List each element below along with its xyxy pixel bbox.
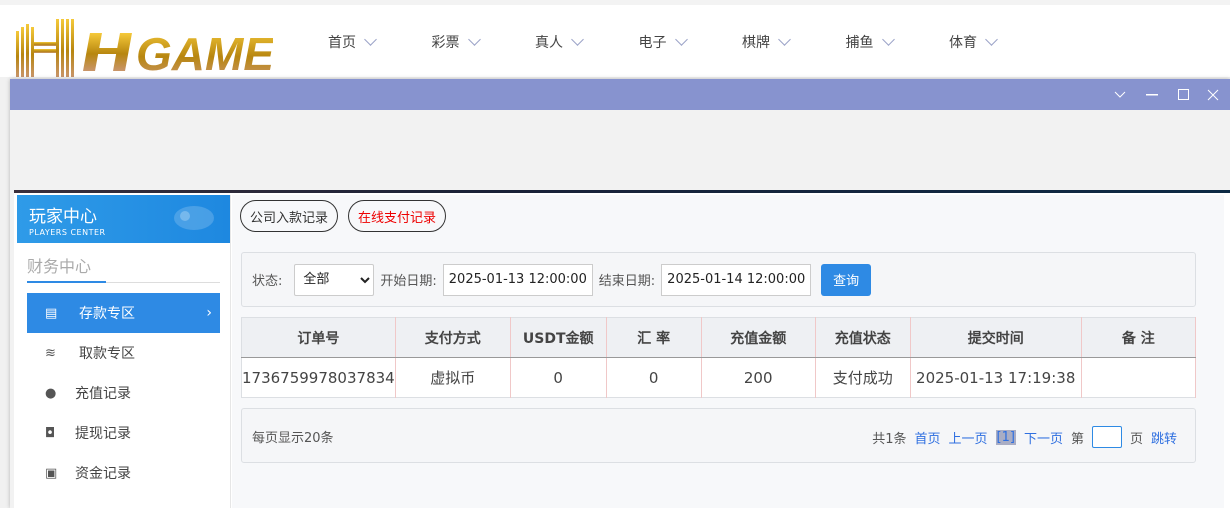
tab-online-payment[interactable]: 在线支付记录 — [348, 200, 447, 232]
current-page: [1] — [995, 429, 1016, 445]
minimize-icon — [1146, 93, 1158, 95]
status-label: 状态: — [252, 274, 283, 289]
sidebar-header: 玩家中心 PLAYERS CENTER — [17, 195, 230, 243]
sidebar-item-withdraw[interactable]: ≋ 取款专区 — [27, 333, 220, 373]
pagination-panel: 每页显示20条 共1条 首页 上一页 [1] 下一页 第 页 跳转 — [241, 408, 1196, 463]
sidebar-item-recharge-records[interactable]: ● 充值记录 — [27, 373, 220, 413]
sidebar-item-fund-records[interactable]: ▣ 资金记录 — [27, 453, 220, 493]
sidebar-item-label: 资金记录 — [75, 466, 131, 482]
nav-item-slots[interactable]: 电子 — [639, 32, 743, 52]
column-header: 充值金额 — [701, 317, 816, 358]
chevron-down-icon — [364, 33, 377, 46]
collapse-button[interactable] — [1105, 79, 1135, 110]
svg-text:GAME: GAME — [136, 28, 273, 79]
nav-label: 捕鱼 — [845, 35, 874, 51]
chevron-down-icon — [881, 33, 895, 46]
close-button[interactable] — [1198, 79, 1228, 110]
filter-panel: 状态: 全部 开始日期: 结束日期: 查询 — [241, 252, 1196, 307]
chevron-right-icon: › — [206, 305, 212, 321]
order-number: 1736759978037834 — [241, 357, 396, 398]
table-header-row: 订单号 支付方式 USDT金额 汇 率 充值金额 充值状态 提交时间 备 注 — [241, 317, 1197, 358]
dialog-titlebar[interactable] — [10, 79, 1230, 110]
column-header: USDT金额 — [510, 317, 607, 358]
main-nav: 首页 彩票 真人 电子 棋牌 捕鱼 体育 — [328, 32, 1053, 52]
chevron-down-icon — [985, 33, 998, 46]
sidebar-item-deposit[interactable]: ▤ 存款专区 › — [27, 293, 220, 333]
sidebar-item-withdraw-records[interactable]: ◘ 提现记录 — [27, 413, 220, 453]
next-page-link[interactable]: 下一页 — [1024, 428, 1063, 447]
column-header: 提交时间 — [910, 317, 1082, 358]
chevron-down-icon — [1114, 91, 1126, 98]
status-select[interactable]: 全部 — [294, 263, 375, 296]
remark — [1081, 357, 1197, 398]
sidebar-item-label: 取款专区 — [79, 346, 135, 362]
nav-item-sports[interactable]: 体育 — [949, 32, 1053, 52]
minimize-button[interactable] — [1137, 79, 1167, 110]
record-tabs: 公司入款记录 在线支付记录 — [240, 200, 447, 232]
page-prefix: 第 — [1070, 431, 1084, 447]
sidebar: 玩家中心 PLAYERS CENTER 财务中心 ▤ 存款专区 › ≋ 取款专区 ● 充… — [17, 195, 231, 508]
nav-label: 电子 — [638, 35, 667, 51]
page-number-input[interactable] — [1091, 426, 1122, 448]
nav-item-lottery[interactable]: 彩票 — [432, 32, 536, 52]
chevron-down-icon — [674, 33, 688, 46]
recharge-amount: 200 — [701, 357, 816, 398]
close-icon — [1207, 89, 1219, 100]
column-header: 汇 率 — [606, 317, 702, 358]
table-row: 1736759978037834 虚拟币 0 0 200 支付成功 2025-0… — [241, 357, 1197, 398]
hand-money-icon: ≋ — [45, 345, 56, 361]
per-page-text: 每页显示20条 — [252, 431, 334, 446]
sidebar-item-label: 提现记录 — [75, 426, 131, 442]
payment-method: 虚拟币 — [395, 357, 511, 398]
card-icon: ▤ — [45, 305, 58, 321]
tab-company-deposit[interactable]: 公司入款记录 — [240, 200, 339, 232]
column-header: 支付方式 — [395, 317, 511, 358]
nav-label: 彩票 — [431, 35, 460, 51]
nav-item-live[interactable]: 真人 — [535, 32, 639, 52]
nav-label: 体育 — [949, 35, 977, 51]
column-header: 备 注 — [1081, 317, 1197, 358]
end-date-label: 结束日期: — [598, 274, 656, 289]
prev-page-link[interactable]: 上一页 — [949, 428, 988, 447]
column-header: 订单号 — [241, 317, 396, 358]
end-date-input[interactable] — [661, 263, 812, 296]
start-date-label: 开始日期: — [380, 274, 437, 289]
chevron-down-icon — [467, 33, 481, 46]
content-frame: 玩家中心 PLAYERS CENTER 财务中心 ▤ 存款专区 › ≋ 取款专区 ● 充… — [14, 193, 1230, 508]
sidebar-item-label: 充值记录 — [75, 386, 131, 402]
site-header: GAME 首页 彩票 真人 电子 棋牌 捕鱼 体育 — [0, 5, 1230, 79]
gamepad-icon — [174, 206, 214, 230]
query-button[interactable]: 查询 — [821, 263, 872, 296]
maximize-icon — [1177, 89, 1189, 100]
nav-label: 首页 — [328, 35, 356, 51]
column-header: 充值状态 — [815, 317, 911, 358]
nav-label: 真人 — [535, 35, 563, 51]
recharge-status: 支付成功 — [815, 357, 911, 398]
nav-item-fishing[interactable]: 捕鱼 — [846, 32, 950, 52]
wallet-icon: ◘ — [45, 425, 56, 441]
sidebar-section-title: 财务中心 — [27, 253, 220, 283]
nav-item-cards[interactable]: 棋牌 — [742, 32, 846, 52]
page-suffix: 页 — [1129, 431, 1143, 447]
usdt-amount: 0 — [510, 357, 607, 398]
safe-icon: ▣ — [45, 465, 58, 481]
total-count: 共1条 — [872, 431, 907, 447]
exchange-rate: 0 — [606, 357, 702, 398]
start-date-input[interactable] — [442, 263, 593, 296]
first-page-link[interactable]: 首页 — [914, 428, 940, 447]
submit-time: 2025-01-13 17:19:38 — [910, 357, 1082, 398]
nav-item-home[interactable]: 首页 — [328, 32, 432, 52]
jump-button[interactable]: 跳转 — [1151, 428, 1177, 447]
money-bag-icon: ● — [45, 385, 57, 401]
records-table: 订单号 支付方式 USDT金额 汇 率 充值金额 充值状态 提交时间 备 注 1… — [241, 317, 1197, 398]
dialog-window: 玩家中心 PLAYERS CENTER 财务中心 ▤ 存款专区 › ≋ 取款专区 ● 充… — [10, 79, 1230, 508]
chevron-down-icon — [778, 33, 791, 46]
pagination: 共1条 首页 上一页 [1] 下一页 第 页 跳转 — [872, 426, 1177, 448]
main-content: 公司入款记录 在线支付记录 状态: 全部 开始日期: 结束日期: 查询 订单号 … — [232, 195, 1224, 508]
nav-label: 棋牌 — [742, 35, 770, 51]
logo[interactable]: GAME — [8, 9, 273, 79]
chevron-down-icon — [571, 33, 584, 46]
maximize-button[interactable] — [1168, 79, 1198, 110]
sidebar-item-label: 存款专区 — [79, 306, 135, 322]
